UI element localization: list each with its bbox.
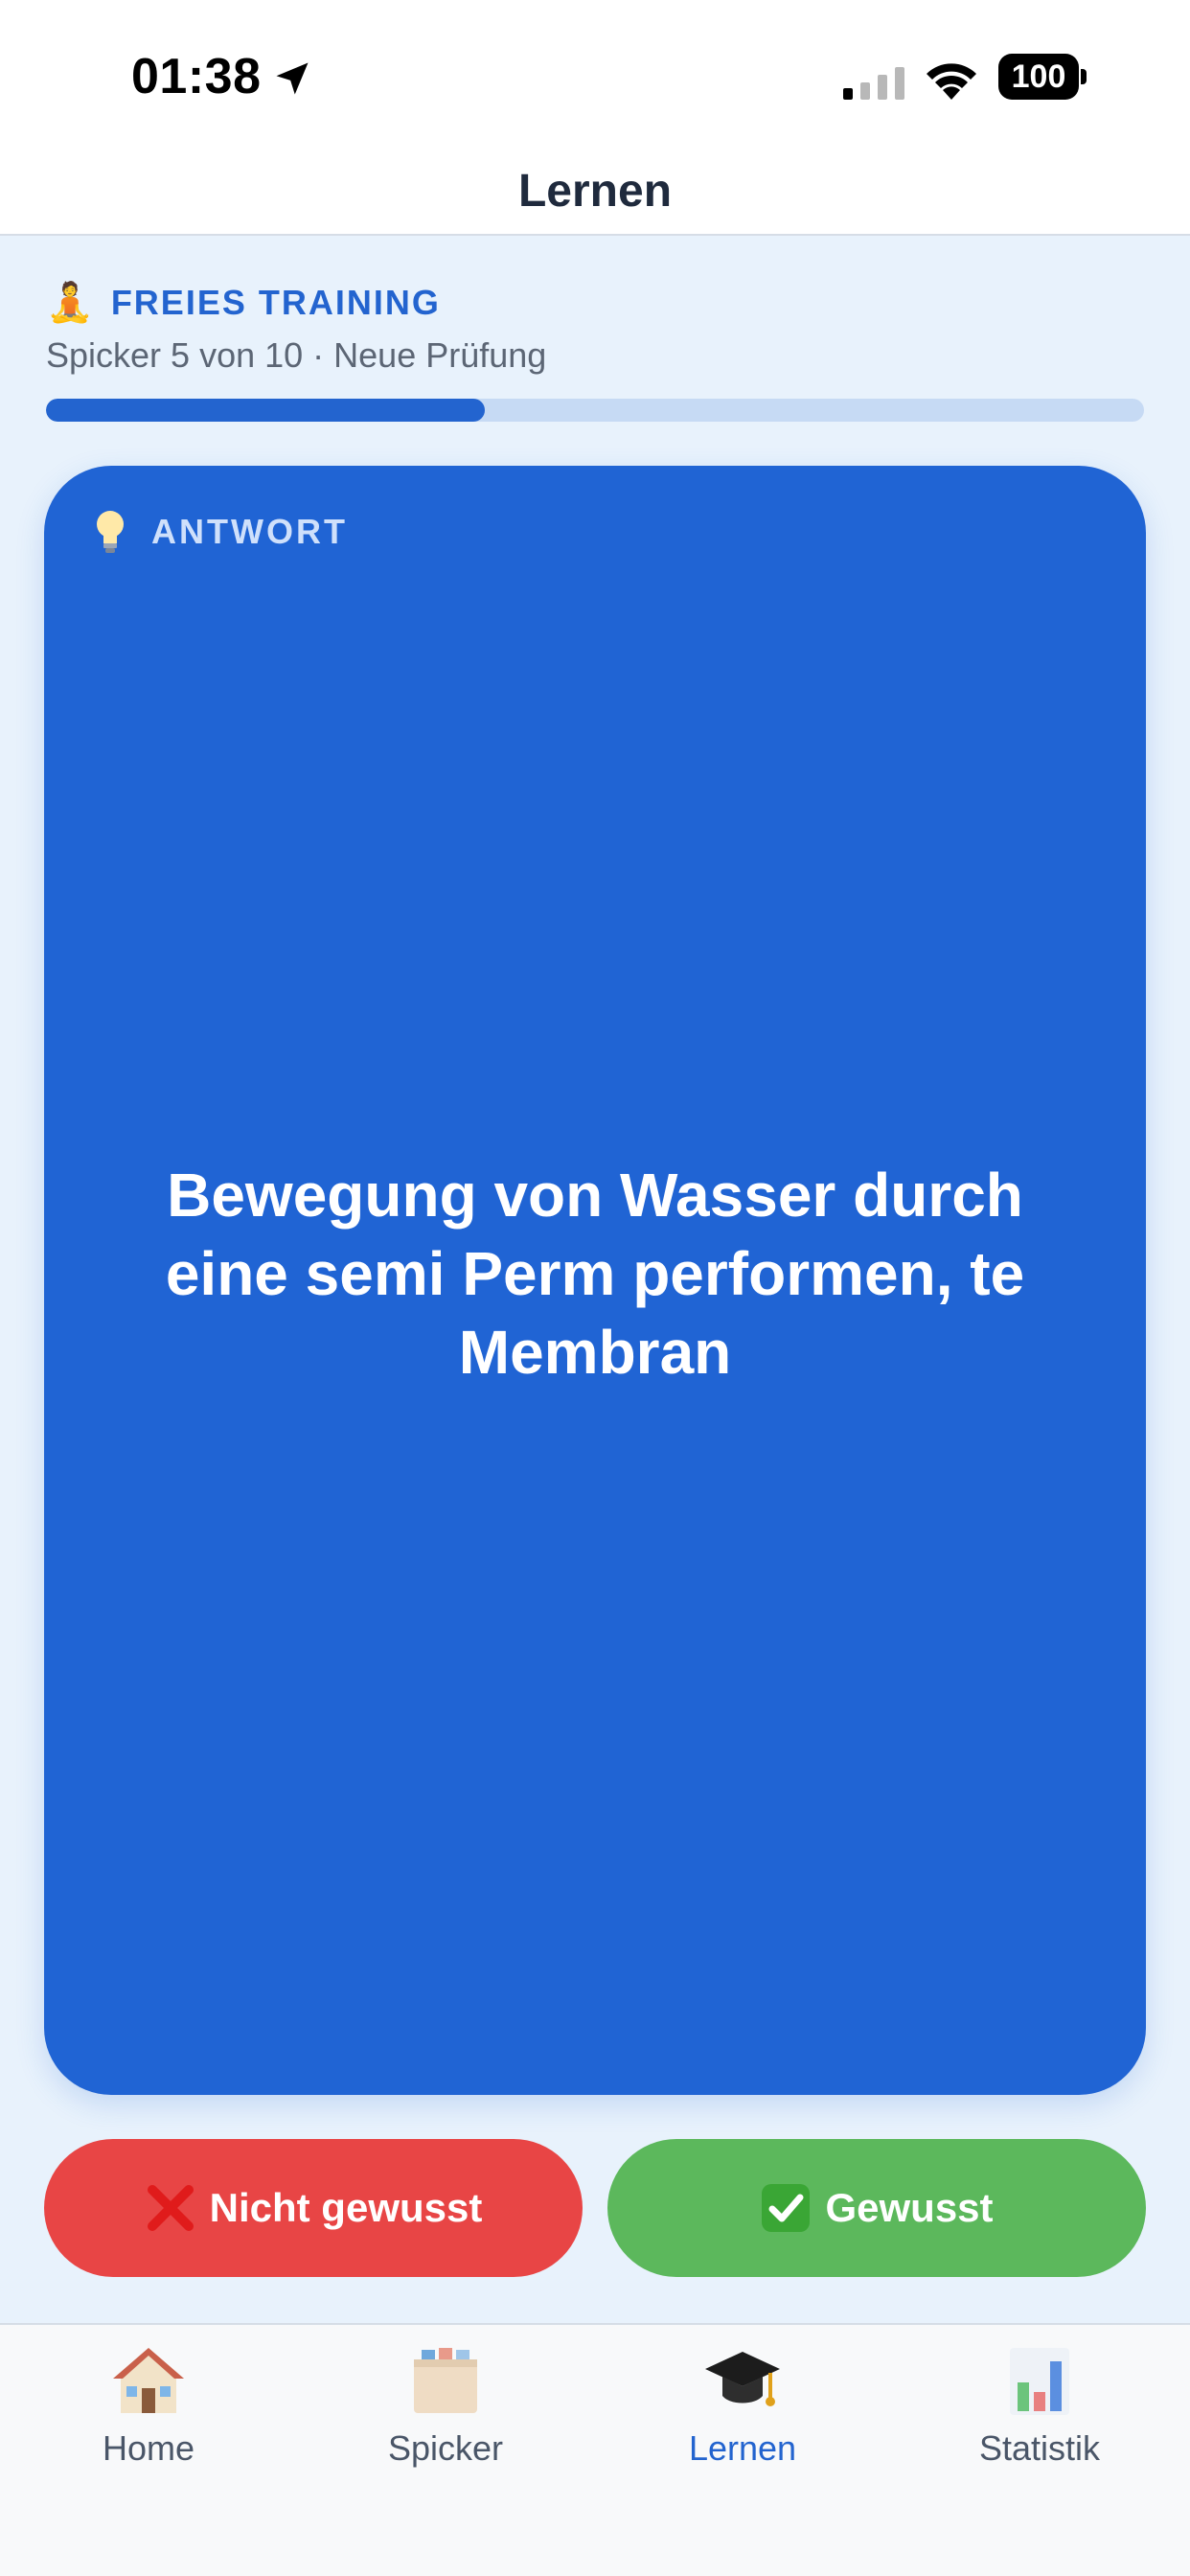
wifi-icon [927,63,976,100]
battery-level: 100 [998,54,1079,100]
progress-bar [46,399,1144,422]
training-mode-label: FREIES TRAINING [110,282,441,322]
tab-bar: Home Spicker Lernen Statistik [0,2323,1190,2576]
check-mark-icon [762,2184,811,2232]
flashcard[interactable]: ANTWORT Bewegung von Wasser durch eine s… [44,466,1146,2095]
card-side-label: ANTWORT [94,510,348,554]
progress-bar-fill [46,399,486,422]
card-answer-text: Bewegung von Wasser durch eine semi Perm… [165,1161,1025,1387]
tab-spicker-label: Spicker [387,2428,504,2468]
lightbulb-icon [97,511,124,553]
tab-spicker[interactable]: Spicker [297,2344,594,2488]
graduation-cap-icon [705,2352,780,2406]
bar-chart-icon [1010,2348,1069,2415]
status-bar: 01:38 100 [0,0,1190,144]
meditation-icon: 🧘 [46,282,96,324]
tab-statistik[interactable]: Statistik [891,2344,1188,2488]
card-label-text: ANTWORT [151,512,348,551]
cellular-signal-icon [843,67,904,100]
card-box-icon [414,2348,477,2413]
not-known-label: Nicht gewusst [209,2185,483,2230]
not-known-button[interactable]: Nicht gewusst [44,2139,583,2277]
tab-home[interactable]: Home [0,2344,297,2488]
page-title: Lernen [517,166,673,217]
tab-lernen[interactable]: Lernen [594,2344,891,2488]
known-label: Gewusst [825,2185,994,2230]
location-arrow-icon [276,62,309,95]
training-mode: 🧘 FREIES TRAINING [46,280,441,325]
house-icon [113,2348,184,2413]
known-button[interactable]: Gewusst [607,2139,1146,2277]
tab-home-label: Home [102,2428,195,2468]
status-time: 01:38 [131,49,262,104]
screen: 01:38 100 Lernen 🧘 FREIES TRAINING Spick… [0,0,1190,2576]
battery-cap [1081,69,1087,84]
tab-lernen-label: Lernen [688,2428,797,2468]
progress-text: Spicker 5 von 10 · Neue Prüfung [46,335,547,375]
tab-statistik-label: Statistik [978,2428,1101,2468]
nav-header: Lernen [0,144,1190,236]
cross-mark-icon [147,2185,194,2231]
battery-icon: 100 [998,54,1087,100]
